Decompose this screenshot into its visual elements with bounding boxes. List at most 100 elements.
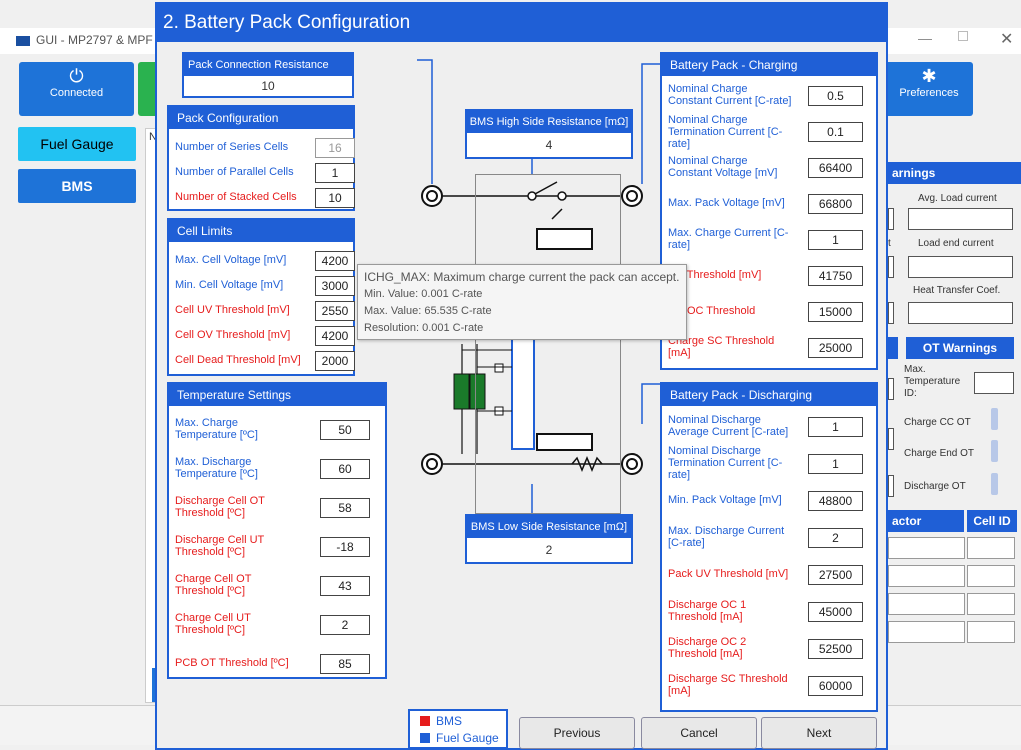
config-row-value-input[interactable]: 25000 <box>808 338 863 358</box>
battery-pack-discharging-group: Battery Pack - Discharging Nominal Disch… <box>660 382 878 712</box>
config-row: Number of Parallel Cells 1 <box>175 160 355 185</box>
cell-id-cell <box>967 593 1015 615</box>
config-row: Discharge OC 2 Threshold [mA] 52500 <box>668 630 870 667</box>
config-row-value-input[interactable]: 45000 <box>808 601 863 622</box>
config-row-value-input[interactable]: 3000 <box>315 275 355 296</box>
charge-end-ot-label: Charge End OT <box>904 448 975 459</box>
preferences-button[interactable]: ✱ Preferences <box>885 62 973 116</box>
warnings-subheader <box>888 337 898 359</box>
config-row-value-input[interactable]: 43 <box>320 575 370 596</box>
config-row-value-input[interactable]: 16 <box>315 137 355 158</box>
maximize-button[interactable] <box>958 31 968 41</box>
config-row-value-input[interactable]: 15000 <box>808 302 863 322</box>
config-row-value-input[interactable]: 60 <box>320 458 370 479</box>
config-row-value-input[interactable]: 0.1 <box>808 122 863 142</box>
config-row-label: Pack UV Threshold [mV] <box>668 567 789 580</box>
config-row-label: OV Threshold [mV] <box>668 269 762 281</box>
config-row: Cell Dead Threshold [mV] 2000 <box>175 348 355 373</box>
discharging-header: Battery Pack - Discharging <box>662 384 876 406</box>
config-row-label: Number of Series Cells <box>175 140 289 153</box>
close-button[interactable]: ✕ <box>1000 29 1013 49</box>
load-end-current-label: Load end current <box>918 238 994 249</box>
config-row-label: Nominal Discharge Average Current [C-rat… <box>668 413 789 438</box>
legend-bms: BMS <box>420 714 462 728</box>
config-row: Cell OV Threshold [mV] 4200 <box>175 323 355 348</box>
config-row: Max. Pack Voltage [mV] 66800 <box>668 186 870 222</box>
gear-icon: ✱ <box>921 66 937 86</box>
cell-id-header: Cell ID <box>967 510 1017 532</box>
config-row-label: Max. Discharge Current [C-rate] <box>668 524 785 549</box>
config-row: Discharge Cell UT Threshold [ºC] -18 <box>175 527 379 566</box>
config-row-value-input[interactable]: 48800 <box>808 490 863 511</box>
config-row-label: PCB OT Threshold [ºC] <box>175 656 289 669</box>
config-row-value-input[interactable]: 52500 <box>808 638 863 659</box>
config-row-value-input[interactable]: -18 <box>320 536 370 557</box>
pack-connection-wire <box>417 59 433 184</box>
config-row-value-input[interactable]: 66800 <box>808 194 863 214</box>
config-row-value-input[interactable]: 2 <box>808 527 863 548</box>
cancel-button[interactable]: Cancel <box>641 717 757 749</box>
config-row: Cell UV Threshold [mV] 2550 <box>175 298 355 323</box>
config-row-value-input[interactable]: 58 <box>320 497 370 518</box>
config-row: PCB OT Threshold [ºC] 85 <box>175 644 379 683</box>
config-row: Nominal Discharge Termination Current [C… <box>668 445 870 482</box>
legend-fuel-gauge-swatch <box>420 733 430 743</box>
config-row: Discharge OC 1 Threshold [mA] 45000 <box>668 593 870 630</box>
bms-low-side-resistance-group: BMS Low Side Resistance [mΩ] 2 <box>465 514 633 564</box>
config-row: Nominal Charge Constant Voltage [mV] 6640… <box>668 150 870 186</box>
config-row: Discharge Cell OT Threshold [ºC] 58 <box>175 488 379 527</box>
pack-configuration-group: Pack Configuration Number of Series Cell… <box>167 105 355 211</box>
warnings-field <box>888 208 894 230</box>
config-row-label: Discharge SC Threshold [mA] <box>668 672 788 697</box>
config-row-value-input[interactable]: 85 <box>320 653 370 674</box>
bms-high-side-resistance-input[interactable]: 4 <box>467 133 631 157</box>
config-row-value-input[interactable]: 1 <box>808 453 863 474</box>
factor-cell <box>888 621 965 643</box>
config-row-value-input[interactable]: 2 <box>320 614 370 635</box>
config-row-label: Max. Cell Voltage [mV] <box>175 253 287 266</box>
pack-configuration-header: Pack Configuration <box>169 107 353 129</box>
stray-label: t <box>888 238 891 249</box>
tooltip-line-4: Resolution: 0.001 C-rate <box>364 322 484 334</box>
warnings-header: arnings <box>888 162 1021 184</box>
charge-end-ot-indicator-icon <box>991 440 998 462</box>
tooltip-line-3: Max. Value: 65.535 C-rate <box>364 305 492 317</box>
config-row-value-input[interactable]: 0.5 <box>808 86 863 106</box>
config-row-value-input[interactable]: 41750 <box>808 266 863 286</box>
previous-button[interactable]: Previous <box>519 717 635 749</box>
config-row-value-input[interactable]: 2550 <box>315 300 355 321</box>
sidebar-fuel-gauge-button[interactable]: Fuel Gauge <box>18 127 136 161</box>
config-row-value-input[interactable]: 66400 <box>808 158 863 178</box>
config-row: Max. Discharge Temperature [ºC] 60 <box>175 449 379 488</box>
config-row-label: Charge SC Threshold [mA] <box>668 335 775 359</box>
config-row-value-input[interactable]: 4200 <box>315 250 355 271</box>
sidebar-bms-button[interactable]: BMS <box>18 169 136 203</box>
config-row-value-input[interactable]: 1 <box>315 162 355 183</box>
power-icon: ⏻ <box>69 66 84 86</box>
config-row-value-input[interactable]: 4200 <box>315 325 355 346</box>
config-row-value-input[interactable]: 10 <box>315 187 355 208</box>
cell-limits-group: Cell Limits Max. Cell Voltage [mV] 4200 Mi… <box>167 218 355 376</box>
config-row: Pack UV Threshold [mV] 27500 <box>668 556 870 593</box>
minimize-button[interactable]: — <box>918 30 932 46</box>
bms-low-side-resistance-input[interactable]: 2 <box>467 538 631 562</box>
config-row-value-input[interactable]: 50 <box>320 419 370 440</box>
next-button[interactable]: Next <box>761 717 877 749</box>
config-row: Nominal Charge Constant Current [C-rate]… <box>668 78 870 114</box>
config-row: Min. Pack Voltage [mV] 48800 <box>668 482 870 519</box>
warnings-field <box>888 475 894 497</box>
bms-high-side-resistance-label: BMS High Side Resistance [mΩ] <box>467 111 631 133</box>
config-row-value-input[interactable]: 27500 <box>808 564 863 585</box>
config-row-value-input[interactable]: 1 <box>808 416 863 437</box>
app-title-text: GUI - MP2797 & MPF <box>36 33 153 47</box>
config-row-label: Max. Charge Current [C- rate] <box>668 227 789 251</box>
config-row-value-input[interactable]: 2000 <box>315 350 355 371</box>
config-row-value-input[interactable]: 60000 <box>808 675 863 696</box>
legend-bms-swatch <box>420 716 430 726</box>
config-row-label: Charge Cell UT Threshold [ºC] <box>175 611 251 636</box>
config-row-label: Cell UV Threshold [mV] <box>175 303 290 316</box>
connected-button[interactable]: ⏻ Connected <box>19 62 134 116</box>
max-temperature-id-label: Max. Temperature ID: <box>904 364 961 399</box>
config-row-label: Min. Pack Voltage [mV] <box>668 493 782 506</box>
config-row-value-input[interactable]: 1 <box>808 230 863 250</box>
